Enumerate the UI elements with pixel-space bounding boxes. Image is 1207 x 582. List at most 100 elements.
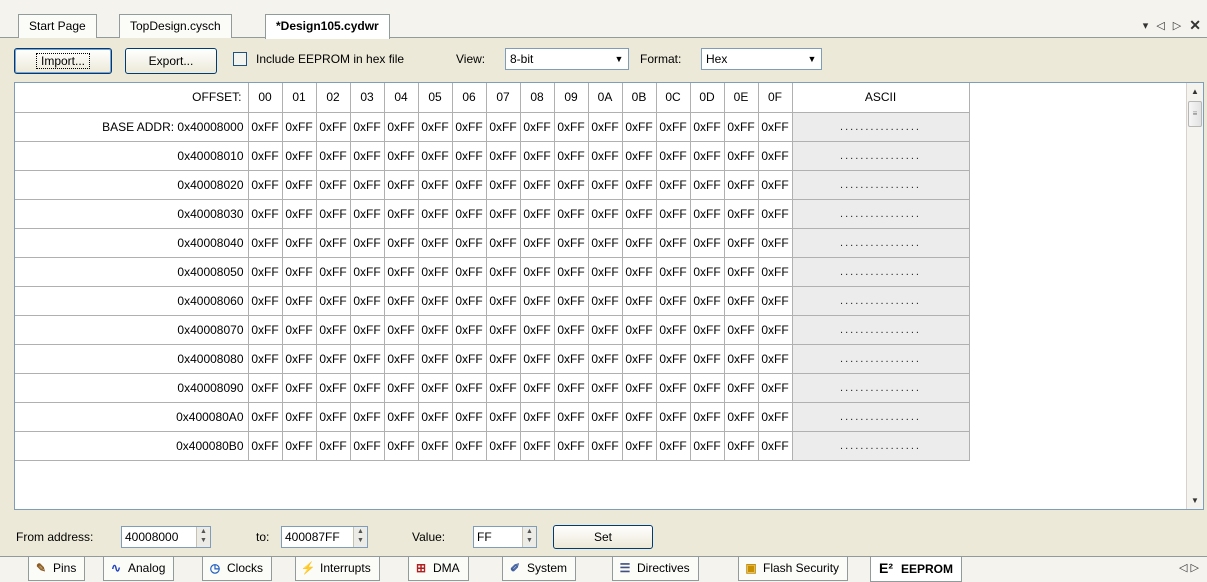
import-button[interactable]: Import... bbox=[14, 48, 112, 74]
byte-cell[interactable]: 0xFF bbox=[486, 257, 521, 287]
byte-cell[interactable]: 0xFF bbox=[520, 199, 555, 229]
byte-cell[interactable]: 0xFF bbox=[758, 402, 793, 432]
byte-cell[interactable]: 0xFF bbox=[248, 431, 283, 461]
byte-cell[interactable]: 0xFF bbox=[690, 431, 725, 461]
byte-cell[interactable]: 0xFF bbox=[282, 112, 317, 142]
byte-cell[interactable]: 0xFF bbox=[554, 112, 589, 142]
byte-cell[interactable]: 0xFF bbox=[316, 431, 351, 461]
export-button[interactable]: Export... bbox=[125, 48, 217, 74]
spin-buttons-icon[interactable]: ▲ ▼ bbox=[522, 527, 536, 547]
byte-cell[interactable]: 0xFF bbox=[486, 431, 521, 461]
byte-cell[interactable]: 0xFF bbox=[656, 170, 691, 200]
byte-cell[interactable]: 0xFF bbox=[282, 431, 317, 461]
tab-scroll-right-icon[interactable]: ▷ bbox=[1173, 19, 1181, 32]
byte-cell[interactable]: 0xFF bbox=[384, 286, 419, 316]
byte-cell[interactable]: 0xFF bbox=[282, 170, 317, 200]
byte-cell[interactable]: 0xFF bbox=[724, 257, 759, 287]
spin-buttons-icon[interactable]: ▲ ▼ bbox=[196, 527, 210, 547]
byte-cell[interactable]: 0xFF bbox=[724, 199, 759, 229]
byte-cell[interactable]: 0xFF bbox=[520, 431, 555, 461]
byte-cell[interactable]: 0xFF bbox=[350, 286, 385, 316]
tab-dma[interactable]: ⊞ DMA bbox=[408, 557, 469, 581]
byte-cell[interactable]: 0xFF bbox=[588, 170, 623, 200]
byte-cell[interactable]: 0xFF bbox=[248, 373, 283, 403]
byte-cell[interactable]: 0xFF bbox=[690, 257, 725, 287]
byte-cell[interactable]: 0xFF bbox=[384, 315, 419, 345]
byte-cell[interactable]: 0xFF bbox=[690, 170, 725, 200]
byte-cell[interactable]: 0xFF bbox=[452, 199, 487, 229]
tab-design105[interactable]: *Design105.cydwr bbox=[265, 14, 390, 39]
byte-cell[interactable]: 0xFF bbox=[384, 257, 419, 287]
byte-cell[interactable]: 0xFF bbox=[622, 344, 657, 374]
byte-cell[interactable]: 0xFF bbox=[588, 286, 623, 316]
byte-cell[interactable]: 0xFF bbox=[520, 344, 555, 374]
byte-cell[interactable]: 0xFF bbox=[350, 199, 385, 229]
byte-cell[interactable]: 0xFF bbox=[316, 286, 351, 316]
byte-cell[interactable]: 0xFF bbox=[316, 112, 351, 142]
byte-cell[interactable]: 0xFF bbox=[724, 141, 759, 171]
close-icon[interactable]: ✕ bbox=[1189, 17, 1201, 34]
byte-cell[interactable]: 0xFF bbox=[384, 373, 419, 403]
tab-directives[interactable]: ☰ Directives bbox=[612, 557, 699, 581]
byte-cell[interactable]: 0xFF bbox=[554, 141, 589, 171]
byte-cell[interactable]: 0xFF bbox=[384, 228, 419, 258]
byte-cell[interactable]: 0xFF bbox=[622, 431, 657, 461]
byte-cell[interactable]: 0xFF bbox=[282, 315, 317, 345]
byte-cell[interactable]: 0xFF bbox=[452, 112, 487, 142]
byte-cell[interactable]: 0xFF bbox=[588, 315, 623, 345]
byte-cell[interactable]: 0xFF bbox=[656, 112, 691, 142]
byte-cell[interactable]: 0xFF bbox=[248, 112, 283, 142]
format-select[interactable]: Hex ▼ bbox=[701, 48, 822, 70]
byte-cell[interactable]: 0xFF bbox=[520, 141, 555, 171]
byte-cell[interactable]: 0xFF bbox=[656, 402, 691, 432]
byte-cell[interactable]: 0xFF bbox=[724, 228, 759, 258]
tab-scroll-left-icon[interactable]: ◁ bbox=[1156, 19, 1164, 32]
byte-cell[interactable]: 0xFF bbox=[588, 199, 623, 229]
byte-cell[interactable]: 0xFF bbox=[588, 431, 623, 461]
byte-cell[interactable]: 0xFF bbox=[486, 344, 521, 374]
byte-cell[interactable]: 0xFF bbox=[758, 170, 793, 200]
byte-cell[interactable]: 0xFF bbox=[554, 431, 589, 461]
tab-start-page[interactable]: Start Page bbox=[18, 14, 97, 38]
scroll-thumb[interactable]: ≡ bbox=[1188, 101, 1202, 127]
byte-cell[interactable]: 0xFF bbox=[452, 373, 487, 403]
byte-cell[interactable]: 0xFF bbox=[758, 315, 793, 345]
byte-cell[interactable]: 0xFF bbox=[758, 112, 793, 142]
byte-cell[interactable]: 0xFF bbox=[656, 228, 691, 258]
tab-eeprom[interactable]: E² EEPROM bbox=[870, 557, 963, 582]
byte-cell[interactable]: 0xFF bbox=[486, 402, 521, 432]
byte-cell[interactable]: 0xFF bbox=[656, 373, 691, 403]
byte-cell[interactable]: 0xFF bbox=[588, 228, 623, 258]
byte-cell[interactable]: 0xFF bbox=[248, 315, 283, 345]
byte-cell[interactable]: 0xFF bbox=[486, 286, 521, 316]
byte-cell[interactable]: 0xFF bbox=[588, 373, 623, 403]
byte-cell[interactable]: 0xFF bbox=[690, 228, 725, 258]
byte-cell[interactable]: 0xFF bbox=[350, 402, 385, 432]
byte-cell[interactable]: 0xFF bbox=[690, 373, 725, 403]
tab-system[interactable]: ✐ System bbox=[502, 557, 577, 581]
byte-cell[interactable]: 0xFF bbox=[588, 112, 623, 142]
byte-cell[interactable]: 0xFF bbox=[486, 141, 521, 171]
byte-cell[interactable]: 0xFF bbox=[350, 344, 385, 374]
byte-cell[interactable]: 0xFF bbox=[622, 402, 657, 432]
byte-cell[interactable]: 0xFF bbox=[316, 373, 351, 403]
byte-cell[interactable]: 0xFF bbox=[452, 141, 487, 171]
byte-cell[interactable]: 0xFF bbox=[554, 344, 589, 374]
byte-cell[interactable]: 0xFF bbox=[418, 373, 453, 403]
byte-cell[interactable]: 0xFF bbox=[690, 199, 725, 229]
byte-cell[interactable]: 0xFF bbox=[758, 344, 793, 374]
byte-cell[interactable]: 0xFF bbox=[724, 402, 759, 432]
byte-cell[interactable]: 0xFF bbox=[248, 199, 283, 229]
byte-cell[interactable]: 0xFF bbox=[758, 431, 793, 461]
scroll-down-icon[interactable]: ▼ bbox=[1187, 492, 1203, 509]
byte-cell[interactable]: 0xFF bbox=[282, 141, 317, 171]
byte-cell[interactable]: 0xFF bbox=[282, 286, 317, 316]
byte-cell[interactable]: 0xFF bbox=[656, 286, 691, 316]
byte-cell[interactable]: 0xFF bbox=[724, 431, 759, 461]
byte-cell[interactable]: 0xFF bbox=[554, 286, 589, 316]
byte-cell[interactable]: 0xFF bbox=[724, 373, 759, 403]
byte-cell[interactable]: 0xFF bbox=[486, 170, 521, 200]
byte-cell[interactable]: 0xFF bbox=[418, 431, 453, 461]
byte-cell[interactable]: 0xFF bbox=[588, 141, 623, 171]
byte-cell[interactable]: 0xFF bbox=[350, 141, 385, 171]
